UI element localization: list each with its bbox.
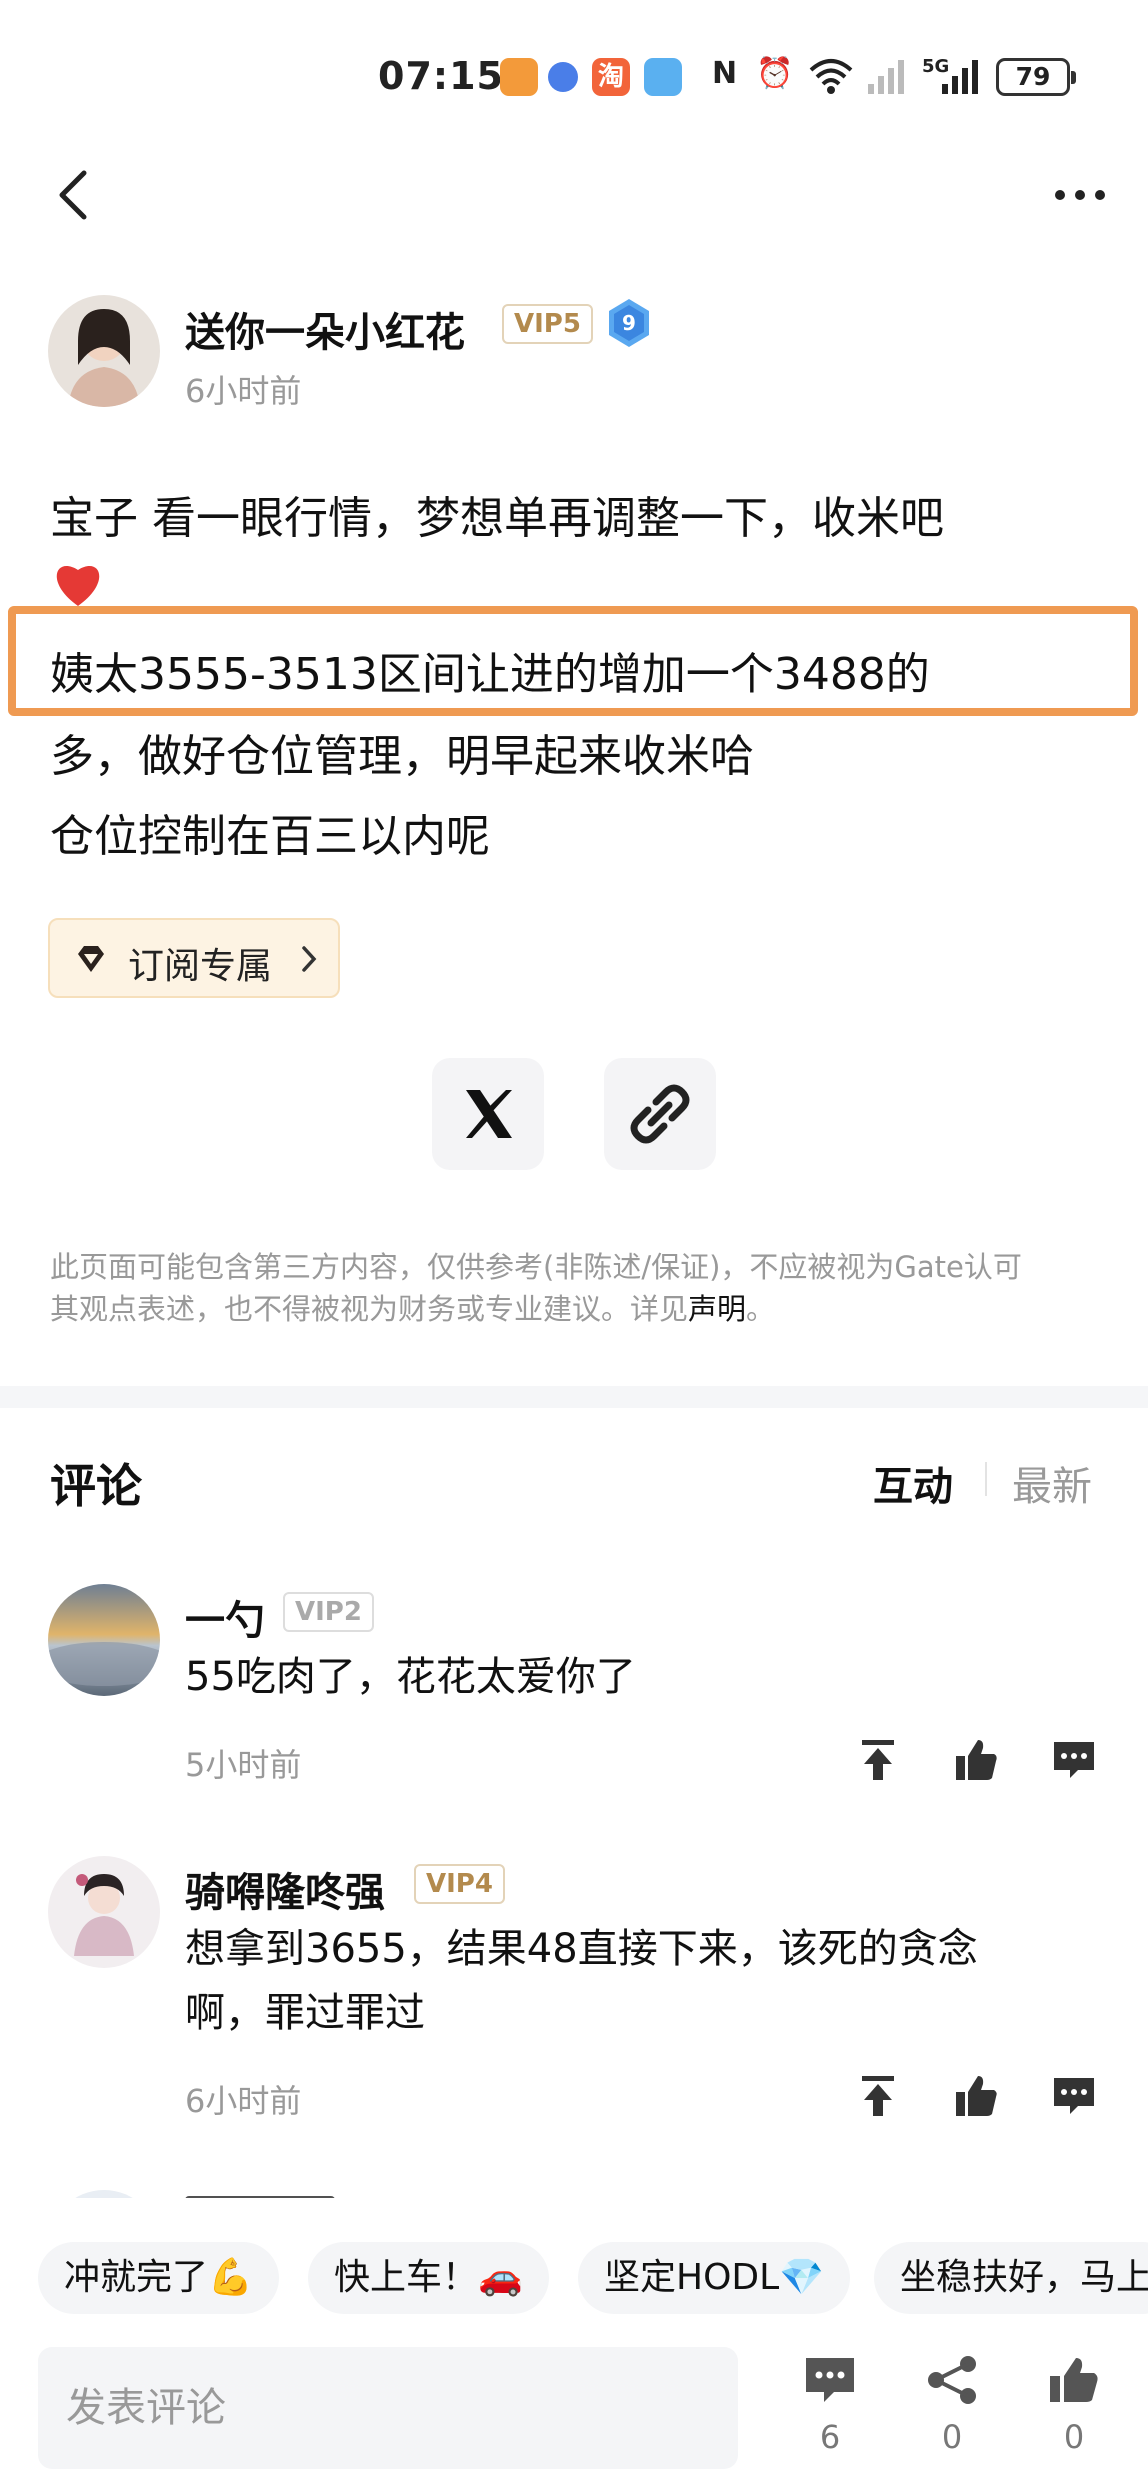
author-avatar[interactable]	[48, 295, 160, 407]
chevron-right-icon	[302, 946, 317, 972]
comment-bubble-icon	[806, 2358, 854, 2402]
disclaimer-line: 其观点表述，也不得被视为财务或专业建议。详见	[50, 1292, 689, 1326]
quick-reply-bar: 冲就完了💪 快上车！🚗 坚定HODL💎 坐稳扶好，马上	[0, 2198, 1148, 2368]
subscribe-label: 订阅专属	[128, 946, 273, 987]
signal-icon-1	[866, 56, 906, 104]
section-divider	[0, 1386, 1148, 1408]
comment-text: 啊，罪过罪过	[185, 1990, 425, 2036]
back-button[interactable]	[50, 165, 100, 225]
alarm-icon: ⏰	[756, 56, 794, 91]
comments-title: 评论	[50, 1459, 142, 1513]
pin-top-icon	[862, 2076, 894, 2116]
nfc-icon: N	[712, 56, 738, 91]
highlight-annotation-box	[8, 606, 1138, 716]
heart-emoji-icon	[50, 558, 106, 610]
share-x-button[interactable]	[432, 1058, 544, 1170]
comment-time: 5小时前	[185, 1746, 302, 1784]
disclaimer: 此页面可能包含第三方内容，仅供参考(非陈述/保证)，不应被视为Gate认可 其观…	[50, 1246, 1110, 1330]
quick-reply-chip[interactable]: 坐稳扶好，马上	[874, 2242, 1148, 2314]
comment-bubble-icon	[1054, 2078, 1094, 2114]
author-name[interactable]: 送你一朵小红花	[185, 300, 465, 358]
thumbs-up-icon	[956, 2076, 997, 2116]
app-notification-icon	[548, 62, 578, 92]
pin-top-button[interactable]	[854, 2072, 902, 2120]
comment-like-button[interactable]	[952, 1736, 1000, 1784]
post-text-line: 多，做好仓位管理，明早起来收米哈	[50, 731, 754, 782]
disclaimer-suffix: 。	[746, 1292, 776, 1326]
chevron-left-icon	[59, 170, 87, 220]
more-dots-icon	[1055, 190, 1105, 200]
more-options-button[interactable]	[1050, 170, 1110, 220]
commenter-vip-badge: VIP4	[414, 1864, 505, 1904]
post-time: 6小时前	[185, 372, 302, 410]
level-number: 9	[622, 311, 636, 335]
author-vip-badge: VIP5	[502, 304, 593, 344]
status-time: 07:15	[378, 54, 504, 98]
comment-time: 6小时前	[185, 2082, 302, 2120]
comment-reply-button[interactable]	[1050, 1736, 1098, 1784]
comment-text: 55吃肉了，花花太爱你了	[185, 1654, 636, 1700]
taobao-notification-icon: 淘	[592, 58, 630, 96]
commenter-name[interactable]: 一勺	[185, 1588, 265, 1646]
diamond-icon	[78, 946, 104, 972]
sort-interactive-tab[interactable]: 互动	[873, 1454, 953, 1512]
sort-divider	[985, 1462, 987, 1496]
level-badge-icon: 9	[605, 297, 653, 349]
pin-top-button[interactable]	[854, 1736, 902, 1784]
commenter-name[interactable]: 骑嘚隆咚强	[185, 1860, 385, 1918]
comment-input[interactable]: 发表评论	[38, 2347, 738, 2469]
disclaimer-line: 此页面可能包含第三方内容，仅供参考(非陈述/保证)，不应被视为Gate认可	[50, 1250, 1022, 1284]
thumbs-up-icon	[956, 1740, 997, 1780]
status-bar: 07:15 淘 N ⏰ 5G 79	[0, 40, 1148, 116]
post-text-line: 仓位控制在百三以内呢	[50, 811, 490, 862]
x-logo-icon	[466, 1090, 512, 1138]
pin-top-icon	[862, 1740, 894, 1780]
share-count: 0	[941, 2418, 963, 2456]
link-icon	[630, 1084, 690, 1144]
sort-latest-tab[interactable]: 最新	[1012, 1454, 1092, 1512]
quick-reply-chip[interactable]: 坚定HODL💎	[578, 2242, 851, 2314]
quick-reply-chip[interactable]: 冲就完了💪	[38, 2242, 279, 2314]
wifi-icon	[808, 56, 854, 104]
disclaimer-link[interactable]: 声明	[688, 1292, 746, 1326]
battery-indicator: 79	[996, 58, 1076, 96]
app-notification-icon	[500, 58, 538, 96]
comment-text: 想拿到3655，结果48直接下来，该死的贪念	[185, 1926, 978, 1972]
weather-notification-icon	[644, 58, 682, 96]
comment-bubble-icon	[1054, 1742, 1094, 1778]
signal-icon-2	[940, 56, 980, 104]
share-icon	[928, 2356, 976, 2404]
comment-count: 6	[819, 2418, 841, 2456]
like-count: 0	[1063, 2418, 1085, 2456]
commenter-avatar[interactable]	[48, 1856, 160, 1968]
comment-like-button[interactable]	[952, 2072, 1000, 2120]
commenter-avatar[interactable]	[48, 1584, 160, 1696]
comment-reply-button[interactable]	[1050, 2072, 1098, 2120]
subscribe-exclusive-button[interactable]: 订阅专属	[48, 918, 340, 998]
commenter-vip-badge: VIP2	[283, 1592, 374, 1632]
post-text-line: 宝子 看一眼行情，梦想单再调整一下，收米吧	[50, 493, 944, 544]
thumbs-up-icon	[1050, 2358, 1098, 2402]
quick-reply-chip[interactable]: 快上车！🚗	[308, 2242, 549, 2314]
copy-link-button[interactable]	[604, 1058, 716, 1170]
